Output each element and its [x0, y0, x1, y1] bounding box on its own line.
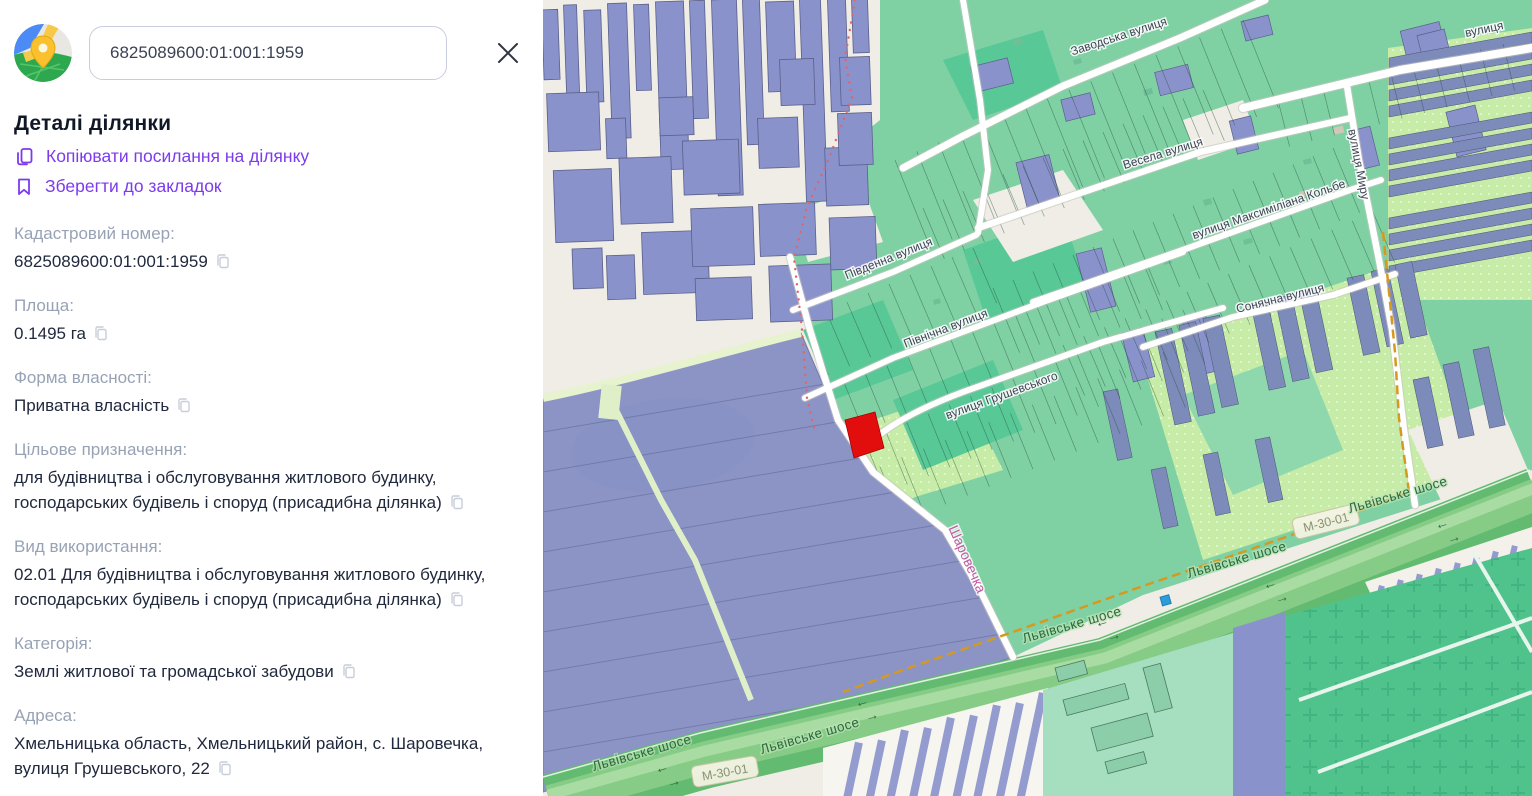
copy-value-icon[interactable]	[215, 251, 230, 276]
copy-parcel-link-label: Копіювати посилання на ділянку	[46, 146, 309, 167]
field-value: 0.1495 га	[14, 324, 86, 343]
copy-value-icon[interactable]	[449, 492, 464, 517]
field-cadastral-number: Кадастровий номер: 6825089600:01:001:195…	[14, 221, 529, 276]
copy-value-icon[interactable]	[93, 323, 108, 348]
field-label: Площа:	[14, 293, 529, 318]
field-label: Цільове призначення:	[14, 437, 529, 462]
search-input[interactable]	[110, 43, 426, 63]
purple-strip-parcel	[1233, 612, 1285, 796]
close-button[interactable]	[491, 36, 525, 70]
parcel-details-panel[interactable]: Деталі ділянки Копіювати посилання на ді…	[0, 0, 543, 796]
copy-value-icon[interactable]	[217, 758, 232, 783]
save-bookmark-label: Зберегти до закладок	[45, 176, 222, 197]
field-category: Категорія: Землі житлової та громадської…	[14, 631, 529, 686]
field-address: Адреса: Хмельницька область, Хмельницьки…	[14, 703, 529, 783]
field-value: Хмельницька область, Хмельницький район,…	[14, 734, 483, 778]
map-logo-icon	[14, 24, 72, 82]
map-canvas[interactable]: ←→←→←→←→←→ М-30-01М-30-01 Заводська вули…	[543, 0, 1532, 796]
field-value: 02.01 Для будівництва і обслуговування ж…	[14, 565, 485, 609]
field-label: Адреса:	[14, 703, 529, 728]
field-value: Землі житлової та громадської забудови	[14, 662, 334, 681]
field-value: Приватна власність	[14, 396, 169, 415]
field-ownership: Форма власності: Приватна власність	[14, 365, 529, 420]
copy-value-icon[interactable]	[341, 661, 356, 686]
field-value: для будівництва і обслуговування житлово…	[14, 468, 442, 512]
field-purpose: Цільове призначення: для будівництва і о…	[14, 437, 529, 517]
search-box	[89, 26, 447, 80]
copy-parcel-link-button[interactable]: Копіювати посилання на ділянку	[14, 146, 529, 167]
field-label: Вид використання:	[14, 534, 529, 559]
app-logo[interactable]	[14, 24, 72, 82]
panel-header	[0, 0, 543, 82]
close-icon	[495, 40, 521, 66]
save-bookmark-button[interactable]: Зберегти до закладок	[14, 176, 529, 197]
map-area: ←→←→←→←→←→ М-30-01М-30-01 Заводська вули…	[543, 0, 1532, 796]
field-use-type: Вид використання: 02.01 Для будівництва …	[14, 534, 529, 614]
field-area: Площа: 0.1495 га	[14, 293, 529, 348]
field-value: 6825089600:01:001:1959	[14, 252, 208, 271]
bookmark-icon	[14, 176, 34, 197]
copy-value-icon[interactable]	[176, 395, 191, 420]
copy-value-icon[interactable]	[449, 589, 464, 614]
field-label: Кадастровий номер:	[14, 221, 529, 246]
map-marker[interactable]	[1160, 595, 1171, 606]
fields-list: Кадастровий номер: 6825089600:01:001:195…	[14, 221, 529, 783]
copy-link-icon	[14, 146, 35, 167]
page-title: Деталі ділянки	[14, 112, 529, 136]
field-label: Категорія:	[14, 631, 529, 656]
field-label: Форма власності:	[14, 365, 529, 390]
